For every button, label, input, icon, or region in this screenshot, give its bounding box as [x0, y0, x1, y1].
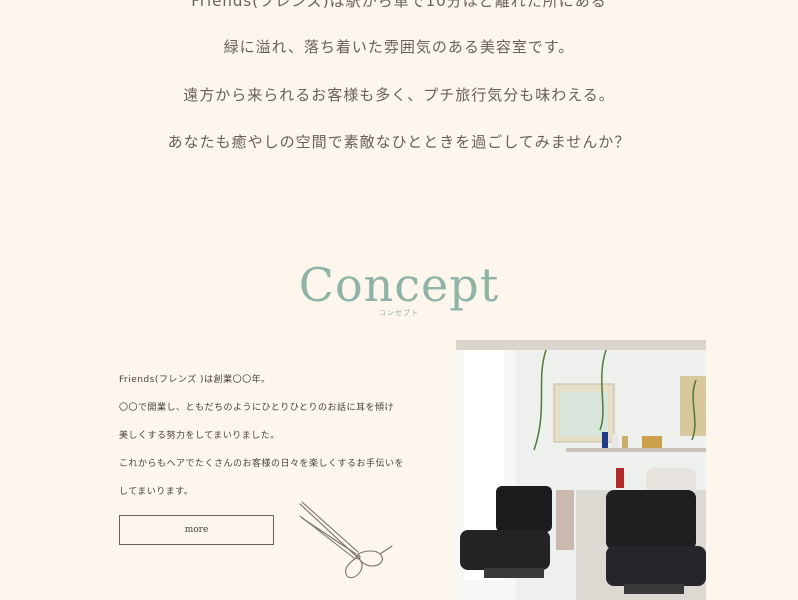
scissors-icon [299, 501, 393, 579]
intro-line-2: 緑に溢れ、落ち着いた雰囲気のある美容室です。 [223, 38, 575, 56]
concept-title: Concept [298, 258, 500, 312]
concept-paragraph-5: してまいります。 [119, 487, 194, 497]
concept-paragraph-3: 美しくする努力をしてまいりました。 [119, 431, 280, 441]
more-button[interactable]: more [119, 515, 274, 545]
concept-paragraph-4: これからもヘアでたくさんのお客様の日々を楽しくするお手伝いを [119, 459, 405, 469]
concept-subtitle: コンセプト [379, 309, 419, 317]
intro-line-3: 遠方から来られるお客様も多く、プチ旅行気分も味わえる。 [183, 86, 615, 104]
salon-interior-photo [456, 340, 706, 600]
intro-line-4: あなたも癒やしの空間で素敵なひとときを過ごしてみませんか？ [167, 133, 631, 151]
concept-paragraph-1: Friends(フレンズ )は創業〇〇年。 [119, 375, 271, 385]
intro-line-1: Friends(フレンズ)は駅から車で10分ほど離れた所にある [191, 0, 607, 10]
concept-paragraph-2: 〇〇で開業し、ともだちのようにひとりひとりのお話に耳を傾け [119, 403, 394, 413]
